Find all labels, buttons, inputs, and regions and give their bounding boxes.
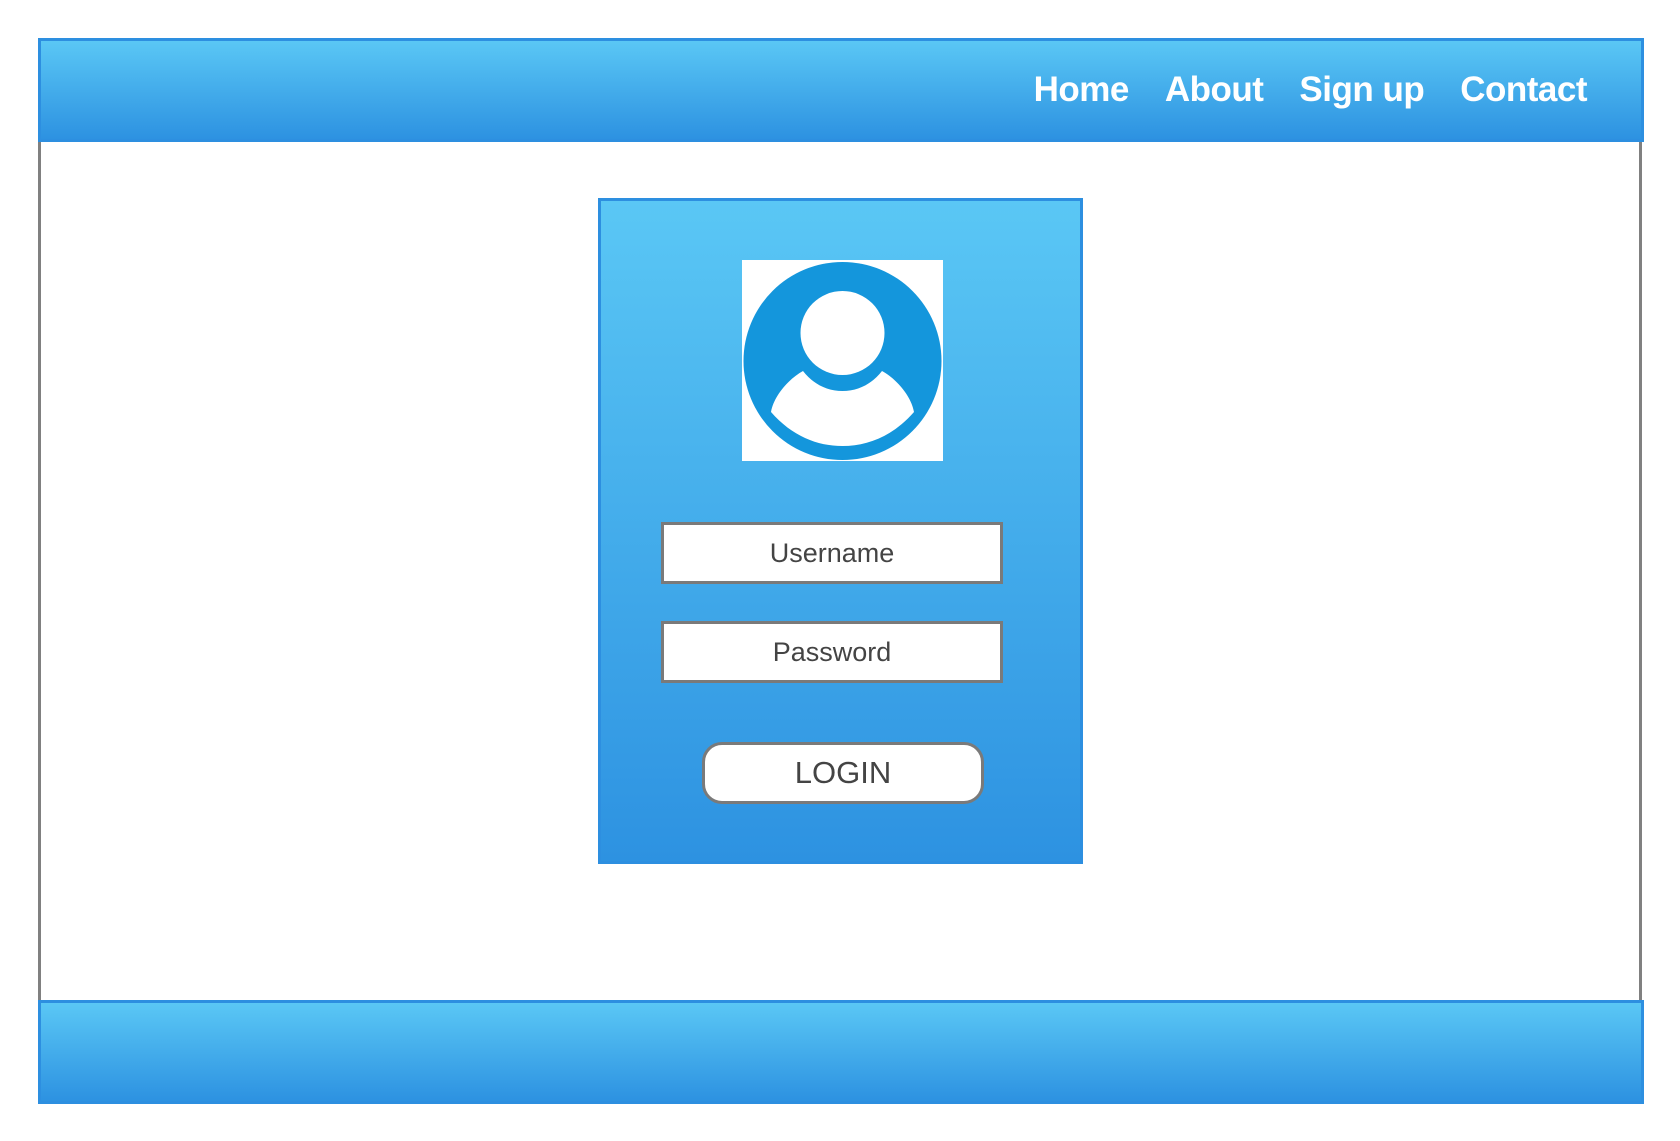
- nav-home-link[interactable]: Home: [1034, 70, 1130, 110]
- site-footer: [38, 1000, 1644, 1104]
- nav-signup-link[interactable]: Sign up: [1299, 70, 1424, 110]
- login-panel: Username Password LOGIN: [598, 198, 1083, 864]
- username-field[interactable]: Username: [661, 522, 1003, 584]
- password-field[interactable]: Password: [661, 621, 1003, 683]
- nav-contact-link[interactable]: Contact: [1460, 70, 1587, 110]
- login-button-label: LOGIN: [794, 755, 892, 790]
- site-header: Home About Sign up Contact: [38, 38, 1644, 142]
- main-nav: Home About Sign up Contact: [1034, 41, 1588, 139]
- user-avatar-icon: [742, 260, 943, 461]
- password-placeholder: Password: [772, 636, 892, 667]
- login-button[interactable]: LOGIN: [702, 742, 984, 804]
- username-placeholder: Username: [769, 537, 895, 568]
- nav-about-link[interactable]: About: [1165, 70, 1264, 110]
